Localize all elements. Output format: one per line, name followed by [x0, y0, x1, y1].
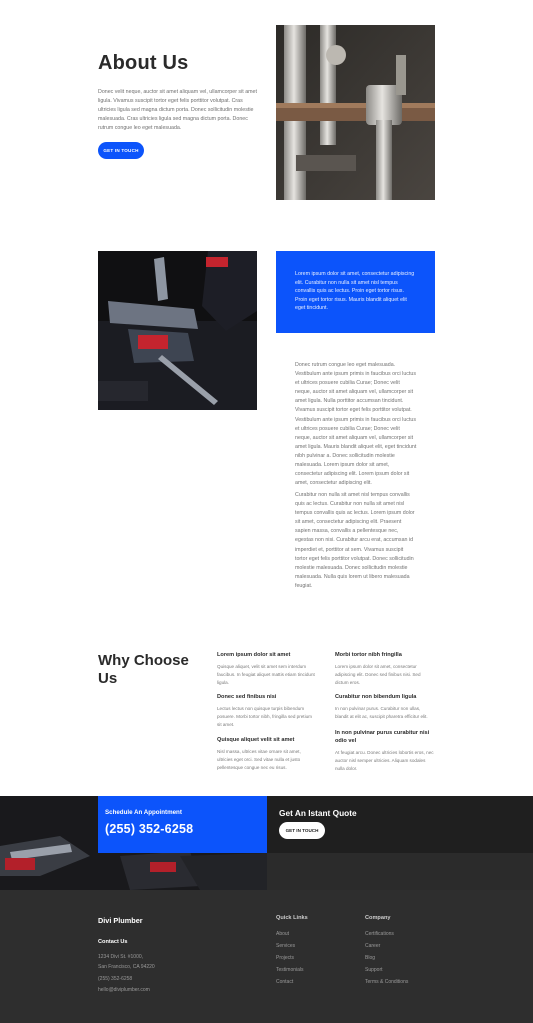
feature-title: In non pulvinar purus curabitur nisi odi… [335, 730, 430, 744]
footer-company-links: Certifications Career Blog Support Terms… [365, 928, 408, 988]
footer-link-testimonials[interactable]: Testimonials [276, 964, 304, 976]
tools-vise-photo [98, 251, 257, 410]
feature-item: Curabitur non bibendum ligula In non pul… [335, 693, 435, 721]
footer-contact-heading: Contact Us [98, 939, 128, 945]
feature-text: Lorem ipsum dolor sit amet, consectetur … [335, 664, 421, 685]
footer [0, 890, 533, 1023]
footer-quick-links: About Services Projects Testimonials Con… [276, 928, 304, 988]
intro-highlight-text: Lorem ipsum dolor sit amet, consectetur … [295, 271, 415, 312]
feature-item: In non pulvinar purus curabitur nisi odi… [335, 729, 435, 772]
about-title: About Us [98, 52, 189, 74]
footer-link-blog[interactable]: Blog [365, 952, 408, 964]
footer-link-career[interactable]: Career [365, 940, 408, 952]
feature-text: Quisque aliquet, velit sit amet sem inte… [217, 664, 315, 685]
footer-link-certifications[interactable]: Certifications [365, 928, 408, 940]
feature-title: Curabitur non bibendum ligula [335, 694, 417, 700]
quote-get-in-touch-button[interactable]: GET IN TOUCH [279, 822, 325, 839]
footer-link-about[interactable]: About [276, 928, 304, 940]
footer-quick-links-heading: Quick Links [276, 915, 308, 921]
feature-text: Nisl massa, ultrices vitae ornare sit am… [217, 749, 301, 770]
footer-link-support[interactable]: Support [365, 964, 408, 976]
schedule-appointment-box: Schedule An Appointment (255) 352-6258 [98, 796, 267, 853]
feature-item: Donec sed finibus nisi Lectus lectus non… [217, 693, 317, 728]
footer-link-terms[interactable]: Terms & Conditions [365, 976, 408, 988]
footer-brand: Divi Plumber [98, 916, 143, 925]
schedule-label: Schedule An Appointment [105, 809, 182, 816]
footer-address-line-2: San Francisco, CA 94220 [98, 964, 155, 970]
pipes-wrench-photo [276, 25, 435, 200]
feature-item: Morbi tortor nibh fringilla Lorem ipsum … [335, 651, 435, 686]
footer-email[interactable]: hello@diviplumber.com [98, 984, 150, 996]
feature-title: Lorem ipsum dolor sit amet [217, 652, 291, 658]
feature-text: In non pulvinar purus. Curabitur non ull… [335, 706, 428, 719]
body-paragraph-2: Curabitur non nulla sit amet nisl tempus… [295, 492, 415, 589]
feature-item: Lorem ipsum dolor sit amet Quisque aliqu… [217, 651, 317, 686]
feature-title: Quisque aliquet velit sit amet [217, 737, 295, 743]
feature-title: Morbi tortor nibh fringilla [335, 652, 402, 658]
intro-highlight-box: Lorem ipsum dolor sit amet, consectetur … [276, 251, 435, 333]
why-choose-us-title: Why Choose Us [98, 652, 189, 687]
quote-title: Get An Istant Quote [279, 808, 357, 818]
feature-text: At feugiat arcu. Donec ultricies loborti… [335, 750, 434, 771]
about-get-in-touch-button[interactable]: GET IN TOUCH [98, 142, 144, 159]
body-paragraph-1: Donec rutrum congue leo eget malesuada. … [295, 362, 417, 487]
about-text: Donec velit neque, auctor sit amet aliqu… [98, 89, 257, 131]
footer-link-services[interactable]: Services [276, 940, 304, 952]
footer-link-contact[interactable]: Contact [276, 976, 304, 988]
footer-company-heading: Company [365, 915, 391, 921]
schedule-phone[interactable]: (255) 352-6258 [105, 822, 267, 836]
footer-link-projects[interactable]: Projects [276, 952, 304, 964]
feature-title: Donec sed finibus nisi [217, 694, 277, 700]
feature-text: Lectus lectus non quisque turpis bibendu… [217, 706, 312, 727]
feature-item: Quisque aliquet velit sit amet Nisl mass… [217, 736, 317, 771]
